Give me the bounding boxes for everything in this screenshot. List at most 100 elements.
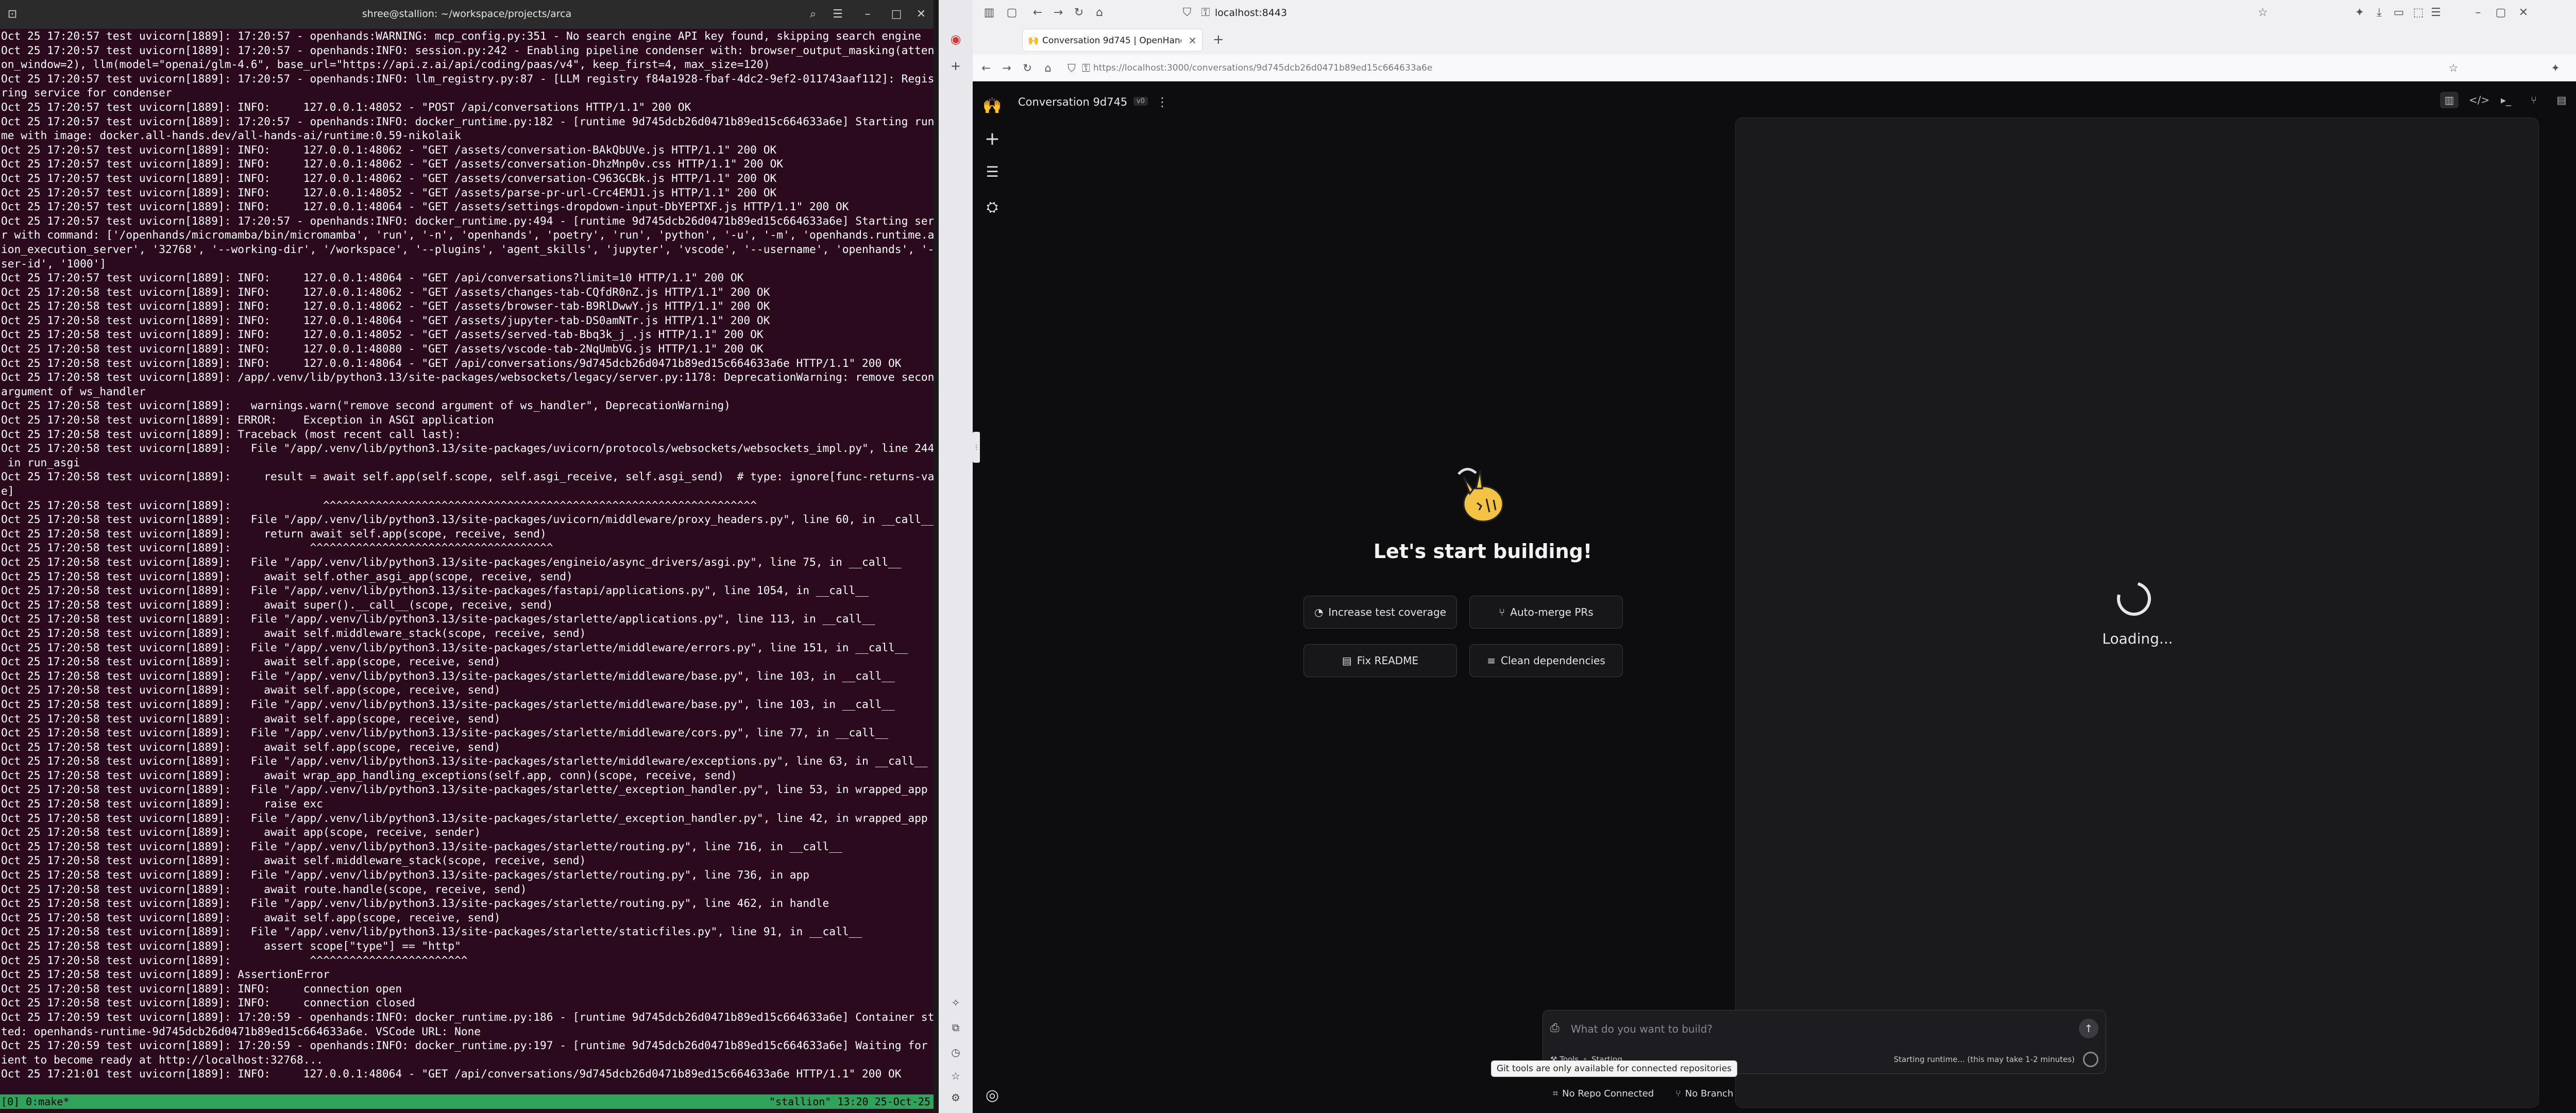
terminal-title: shree@stallion: ~/workspace/projects/arc… [362, 8, 572, 20]
bookmark-star-icon[interactable]: ☆ [2445, 60, 2462, 76]
terminal-line: Oct 25 17:20:57 test uvicorn[1889]: INFO… [1, 271, 744, 284]
close-icon[interactable]: ✕ [912, 5, 930, 24]
minimize-icon[interactable]: – [858, 5, 877, 24]
tmux-host-clock: "stallion" 13:20 25-Oct-25 [769, 1095, 930, 1108]
terminal-line: Oct 25 17:20:58 test uvicorn[1889]: ^^^^… [1, 953, 468, 967]
close-icon[interactable]: ✕ [2515, 5, 2532, 21]
forward-arrow-icon[interactable]: → [998, 60, 1015, 76]
shield-icon[interactable]: ⛉ [1179, 5, 1195, 21]
loading-spinner [2110, 575, 2158, 622]
terminal-line: Oct 25 17:20:58 test uvicorn[1889]: File… [1, 783, 928, 796]
search-icon[interactable]: ⌕ [804, 5, 822, 24]
new-conversation-icon[interactable]: + [982, 129, 1003, 149]
repo-label: No Repo Connected [1562, 1088, 1654, 1099]
downloads-icon[interactable]: ⤓ [2570, 60, 2576, 76]
conversations-list-icon[interactable]: ☰ [982, 162, 1003, 182]
back-arrow-icon[interactable]: ← [978, 60, 994, 76]
terminal-line: Oct 25 17:20:58 test uvicorn[1889]: File… [1, 839, 842, 853]
terminal-line: ient to become ready at http://localhost… [1, 1053, 324, 1066]
git-branch-icon[interactable]: ⑂ [2524, 92, 2543, 108]
branch-icon: ⑂ [1675, 1088, 1681, 1099]
conversation-menu-icon[interactable]: ⋮ [1156, 93, 1168, 111]
terminal-window[interactable]: ⊡ shree@stallion: ~/workspace/projects/a… [0, 0, 934, 1113]
panel-collapse-handle[interactable]: ⋮ [973, 432, 980, 463]
workspace-panel: Loading... [1735, 117, 2539, 1108]
maximize-icon[interactable]: □ [887, 5, 906, 24]
suggestion-auto-merge-prs[interactable]: ⑂ Auto-merge PRs [1469, 596, 1623, 629]
terminal-line: Oct 25 17:20:58 test uvicorn[1889]: awai… [1, 768, 737, 782]
tab-conversation[interactable]: 🙌 Conversation 9d745 | OpenHands × [1022, 29, 1202, 52]
tab-stack-icon[interactable]: ⧉ [946, 1018, 965, 1037]
send-arrow-icon[interactable]: ↑ [2079, 1019, 2098, 1038]
window-divider[interactable] [934, 0, 939, 1113]
branch-selector[interactable]: ⑂ No Branch [1675, 1088, 1734, 1099]
window-url[interactable]: localhost:8443 [1215, 5, 1287, 21]
minimize-icon[interactable]: – [2470, 5, 2486, 21]
history-icon[interactable]: ◷ [946, 1043, 965, 1061]
browser-panel-icon[interactable]: ▤ [2552, 92, 2571, 108]
sidebar-app-icon[interactable]: ◉ [946, 30, 965, 48]
gauge-icon: ◔ [1314, 606, 1324, 618]
extension-icon[interactable]: ✦ [2351, 5, 2368, 21]
split-view-icon[interactable]: ▥ [2440, 92, 2459, 108]
user-avatar-icon[interactable]: ◎ [982, 1085, 1003, 1106]
hamburger-menu-icon[interactable]: ☰ [828, 5, 847, 24]
add-icon[interactable]: + [946, 57, 965, 75]
browser-window[interactable]: ◉ + ✧ ⧉ ◷ ☆ ⚙ ▥ ▢ ← → ↻ ⌂ ⛉ ⚿ localhost:… [939, 0, 2576, 1113]
bookmark-star-icon[interactable]: ☆ [2255, 5, 2271, 21]
paperclip-icon[interactable]: ⎙ [1550, 1022, 1560, 1035]
chat-input[interactable] [1571, 1020, 2035, 1038]
document-icon: ▤ [1342, 654, 1352, 667]
conversation-title[interactable]: Conversation 9d745 [1018, 93, 1127, 111]
tab-overview-icon[interactable]: ▢ [1004, 5, 1020, 21]
suggestion-clean-dependencies[interactable]: ≡ Clean dependencies [1469, 644, 1623, 677]
tab-close-icon[interactable]: × [1188, 34, 1197, 46]
terminal-line: Oct 25 17:20:57 test uvicorn[1889]: INFO… [1, 171, 777, 184]
terminal-line: Oct 25 17:20:58 test uvicorn[1889]: awai… [1, 683, 501, 697]
maximize-icon[interactable]: ▢ [2493, 5, 2509, 21]
openhands-favicon-icon: 🙌 [1028, 36, 1039, 46]
home-icon[interactable]: ⌂ [1040, 60, 1056, 76]
settings-gear-icon[interactable]: ⚙ [946, 1088, 965, 1107]
extension-icon[interactable]: ✦ [2547, 60, 2564, 76]
library-icon[interactable]: ▭ [2391, 5, 2407, 21]
terminal-line: e] [1, 484, 14, 497]
terminal-icon[interactable]: ▸_ [2497, 92, 2515, 108]
openhands-logo-icon[interactable]: 🙌 [982, 96, 1003, 116]
terminal-line: Oct 25 17:20:58 test uvicorn[1889]: /app… [1, 370, 934, 384]
runtime-status: Starting runtime... (this may take 1-2 m… [1893, 1055, 2075, 1064]
suggestion-increase-test-coverage[interactable]: ◔ Increase test coverage [1303, 596, 1457, 629]
extension-icon[interactable]: ✧ [946, 993, 965, 1012]
bookmark-star-icon[interactable]: ☆ [946, 1067, 965, 1085]
terminal-line: Oct 25 17:20:58 test uvicorn[1889]: File… [1, 640, 908, 654]
reload-icon[interactable]: ↻ [1071, 5, 1087, 21]
robot-icon[interactable]: ⛭ [982, 197, 1003, 217]
new-tab-icon[interactable]: + [1213, 32, 1224, 47]
repo-selector[interactable]: ⌗ No Repo Connected [1553, 1088, 1654, 1099]
suggestion-label: Clean dependencies [1501, 654, 1605, 667]
screenshot-icon[interactable]: ⬚ [2410, 5, 2427, 21]
terminal-output[interactable]: Oct 25 17:20:57 test uvicorn[1889]: 17:2… [0, 29, 934, 1094]
terminal-line: Oct 25 17:20:58 test uvicorn[1889]: File… [1, 697, 895, 711]
sidebar-toggle-icon[interactable]: ▥ [981, 5, 997, 21]
reload-icon[interactable]: ↻ [1019, 60, 1036, 76]
terminal-line: Oct 25 17:20:58 test uvicorn[1889]: rais… [1, 797, 324, 811]
menu-icon[interactable]: ☰ [2428, 5, 2444, 21]
runtime-status-ring-icon [2083, 1052, 2098, 1067]
git-tools-tooltip: Git tools are only available for connect… [1491, 1060, 1737, 1077]
suggestion-label: Increase test coverage [1328, 606, 1447, 618]
code-icon[interactable]: </> [2469, 92, 2489, 108]
downloads-icon[interactable]: ⤓ [2371, 5, 2387, 21]
address-bar[interactable]: https://localhost:3000/conversations/9d7… [1093, 60, 1432, 76]
home-icon[interactable]: ⌂ [1091, 5, 1108, 21]
terminal-line: Oct 25 17:20:58 test uvicorn[1889]: warn… [1, 399, 731, 412]
list-icon: ≡ [1487, 654, 1496, 667]
insecure-lock-icon[interactable]: ⚿ [1078, 60, 1094, 76]
terminal-line: r with command: ['/openhands/micromamba/… [1, 228, 934, 242]
back-arrow-icon[interactable]: ← [1029, 5, 1046, 21]
forward-arrow-icon[interactable]: → [1050, 5, 1066, 21]
terminal-line: Oct 25 17:20:58 test uvicorn[1889]: INFO… [1, 356, 902, 369]
suggestion-fix-readme[interactable]: ▤ Fix README [1303, 644, 1457, 677]
terminal-titlebar[interactable]: ⊡ shree@stallion: ~/workspace/projects/a… [0, 0, 934, 29]
terminal-line: Oct 25 17:20:58 test uvicorn[1889]: awai… [1, 825, 481, 839]
